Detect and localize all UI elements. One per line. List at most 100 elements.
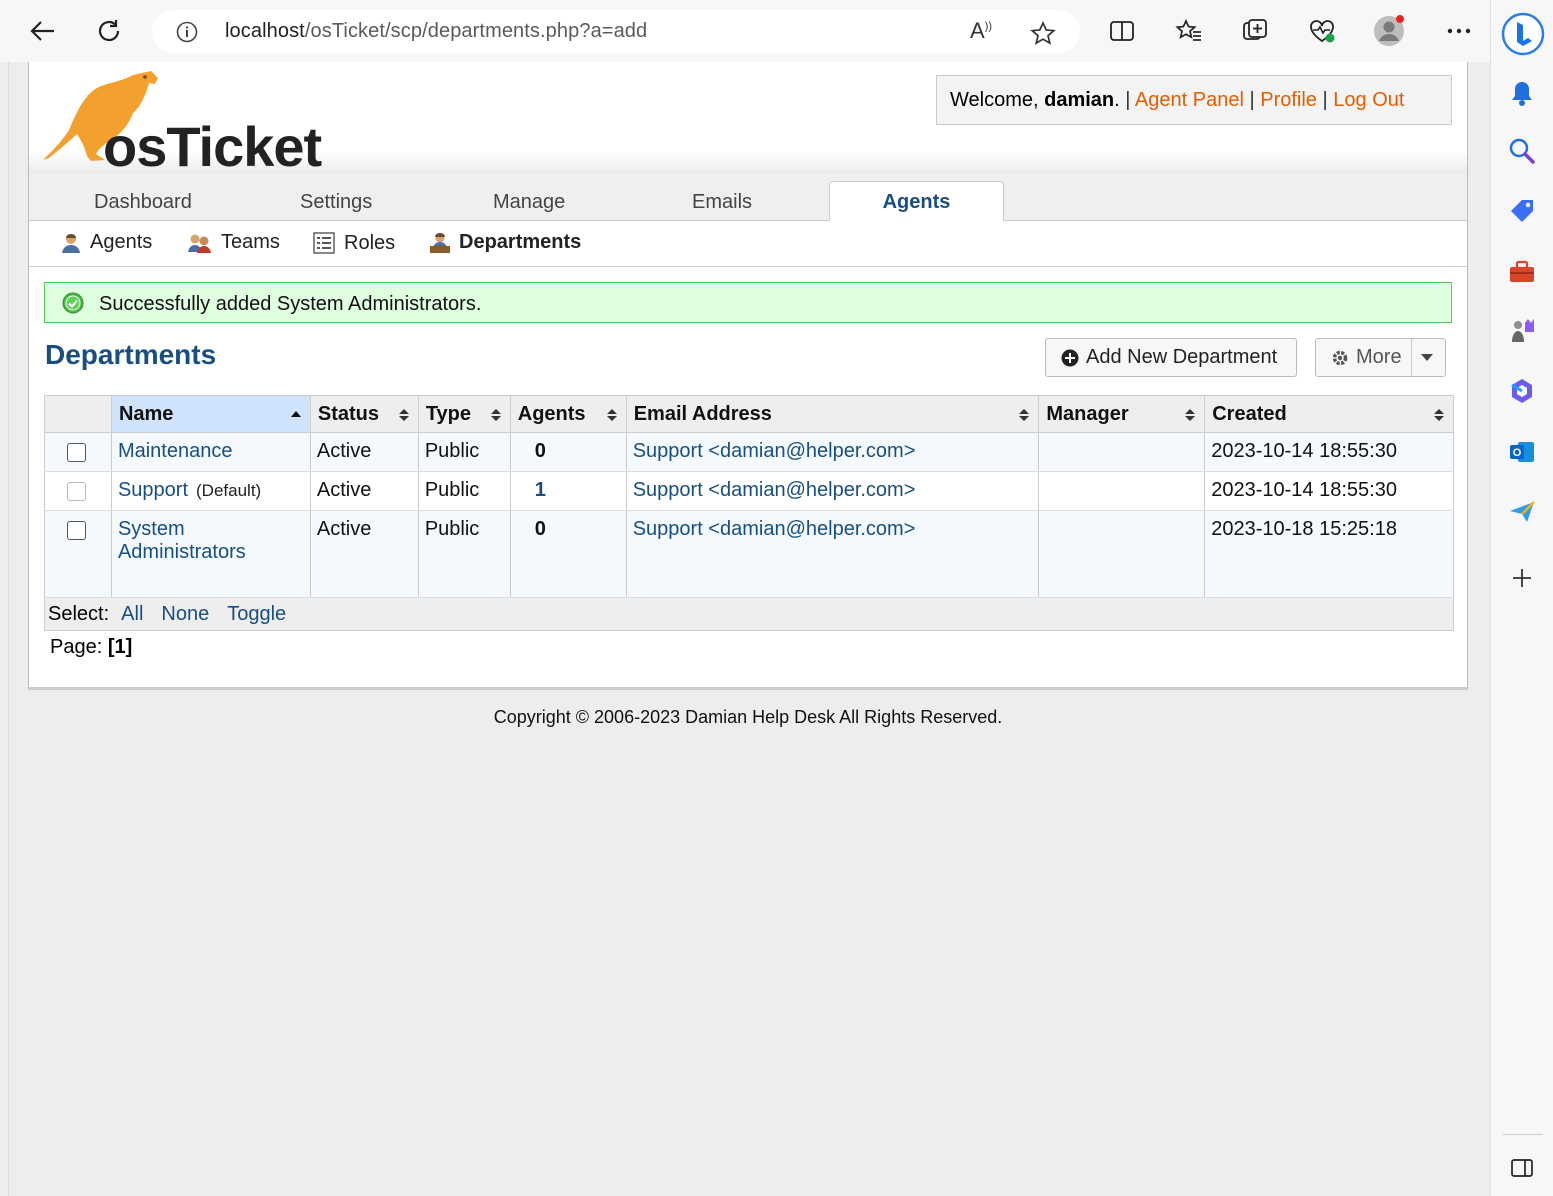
- default-label: (Default): [196, 481, 262, 500]
- profile-button[interactable]: [1372, 14, 1406, 48]
- tab-settings[interactable]: Settings: [300, 191, 372, 214]
- site-info-icon[interactable]: [176, 21, 198, 48]
- department-name-link[interactable]: Support: [118, 479, 188, 501]
- subnav-teams[interactable]: Teams: [187, 231, 280, 254]
- microsoft-365-button[interactable]: [1505, 374, 1539, 408]
- site-header: osTicket Welcome, damian. | Agent Panel …: [29, 62, 1467, 178]
- column-header-created[interactable]: Created: [1204, 395, 1454, 433]
- agents-count-cell: 0: [509, 432, 627, 472]
- row-checkbox[interactable]: [67, 443, 86, 462]
- column-header-type[interactable]: Type: [417, 395, 511, 433]
- created-cell: 2023-10-14 18:55:30: [1204, 432, 1454, 472]
- profile-link[interactable]: Profile: [1260, 89, 1317, 111]
- username: damian: [1044, 89, 1115, 111]
- sidebar-divider: [1503, 1134, 1543, 1135]
- agent-panel-link[interactable]: Agent Panel: [1135, 89, 1244, 111]
- read-aloud-waves: )): [984, 20, 993, 33]
- log-out-link[interactable]: Log Out: [1333, 89, 1404, 111]
- column-header-label: Email Address: [633, 402, 772, 425]
- email-link[interactable]: Support <damian@helper.com>: [633, 440, 916, 462]
- back-button[interactable]: [26, 14, 60, 48]
- ellipsis-icon: [1447, 28, 1471, 34]
- column-header-email[interactable]: Email Address: [625, 395, 1040, 433]
- table-selection-footer: Select: All None Toggle: [44, 598, 1454, 631]
- type-cell: Public: [417, 510, 511, 598]
- agent-icon: [62, 233, 80, 253]
- tab-manage[interactable]: Manage: [493, 191, 565, 214]
- subnav-label: Agents: [90, 231, 153, 253]
- dropdown-divider: [1411, 339, 1412, 376]
- agents-count-link[interactable]: 1: [535, 479, 546, 501]
- toolbox-icon: [1510, 260, 1534, 282]
- url-text[interactable]: localhost/osTicket/scp/departments.php?a…: [225, 20, 647, 43]
- bing-icon: [1501, 12, 1545, 56]
- add-sidebar-app-button[interactable]: [1505, 561, 1539, 595]
- subnav-departments[interactable]: Departments: [429, 231, 581, 254]
- address-bar[interactable]: localhost/osTicket/scp/departments.php?a…: [152, 10, 1080, 53]
- favorites-button[interactable]: [1172, 14, 1206, 48]
- favorite-star-icon[interactable]: [1030, 20, 1056, 50]
- tools-button[interactable]: [1505, 255, 1539, 289]
- settings-menu-button[interactable]: [1442, 14, 1476, 48]
- more-label: More: [1356, 346, 1402, 368]
- email-cell: Support <damian@helper.com>: [625, 471, 1040, 511]
- drop-button[interactable]: [1505, 495, 1539, 529]
- heart-pulse-icon: [1310, 20, 1335, 43]
- tab-emails[interactable]: Emails: [692, 191, 752, 214]
- column-header-manager[interactable]: Manager: [1038, 395, 1206, 433]
- refresh-button[interactable]: [92, 14, 126, 48]
- search-icon: [1509, 138, 1535, 164]
- tab-agents[interactable]: Agents: [829, 181, 1004, 222]
- column-header-agents[interactable]: Agents: [509, 395, 627, 433]
- kangaroo-logo-icon: osTicket: [43, 71, 323, 178]
- subnav-agents[interactable]: Agents: [60, 231, 152, 254]
- caret-down-icon[interactable]: [1420, 351, 1434, 363]
- collections-button[interactable]: [1238, 14, 1272, 48]
- shopping-button[interactable]: [1505, 194, 1539, 228]
- add-new-department-button[interactable]: Add New Department: [1045, 338, 1297, 377]
- osticket-logo[interactable]: osTicket: [41, 68, 341, 178]
- row-select-cell: [44, 471, 112, 511]
- games-button[interactable]: [1505, 314, 1539, 348]
- read-aloud-icon[interactable]: A)): [970, 18, 992, 44]
- status-cell: Active: [309, 471, 419, 511]
- sidebar-panel-icon: [1511, 1159, 1533, 1177]
- column-header-name[interactable]: Name: [110, 395, 311, 433]
- search-sidebar-button[interactable]: [1505, 134, 1539, 168]
- success-text: Successfully added System Administrators…: [99, 293, 482, 315]
- column-header-status[interactable]: Status: [309, 395, 419, 433]
- split-screen-button[interactable]: [1105, 14, 1139, 48]
- department-icon: [430, 232, 450, 253]
- table-row: Maintenance Active Public 0 Support <dam…: [44, 432, 1454, 472]
- email-link[interactable]: Support <damian@helper.com>: [633, 518, 916, 540]
- hide-sidebar-button[interactable]: [1505, 1151, 1539, 1185]
- name-cell: Maintenance: [110, 432, 311, 472]
- read-aloud-letter: A: [970, 18, 985, 43]
- type-cell: Public: [417, 471, 511, 511]
- svg-text:O: O: [1513, 447, 1522, 459]
- email-link[interactable]: Support <damian@helper.com>: [633, 479, 916, 501]
- browser-essentials-button[interactable]: [1305, 14, 1339, 48]
- departments-table: Name Status Type Agents Email Address Ma…: [44, 395, 1454, 598]
- outlook-button[interactable]: O: [1505, 435, 1539, 469]
- subnav-roles[interactable]: Roles: [312, 231, 395, 255]
- more-actions-button[interactable]: More: [1315, 338, 1446, 377]
- select-toggle-link[interactable]: Toggle: [227, 603, 286, 625]
- row-checkbox[interactable]: [67, 521, 86, 540]
- status-cell: Active: [309, 510, 419, 598]
- tab-dashboard[interactable]: Dashboard: [94, 191, 192, 214]
- column-header-label: Manager: [1046, 402, 1129, 425]
- table-header-row: Name Status Type Agents Email Address Ma…: [44, 395, 1454, 433]
- bing-copilot-button[interactable]: [1501, 12, 1545, 56]
- department-name-link[interactable]: Maintenance: [118, 440, 233, 462]
- url-host: localhost: [225, 20, 305, 42]
- subnav-label: Departments: [459, 231, 582, 253]
- department-name-link[interactable]: System Administrators: [118, 518, 268, 564]
- notifications-button[interactable]: [1505, 76, 1539, 110]
- teams-icon: [188, 234, 211, 253]
- welcome-prefix: Welcome,: [950, 89, 1045, 111]
- subnav-label: Roles: [344, 231, 396, 254]
- select-none-link[interactable]: None: [161, 603, 209, 625]
- select-all-link[interactable]: All: [121, 603, 143, 625]
- row-select-cell: [44, 510, 112, 598]
